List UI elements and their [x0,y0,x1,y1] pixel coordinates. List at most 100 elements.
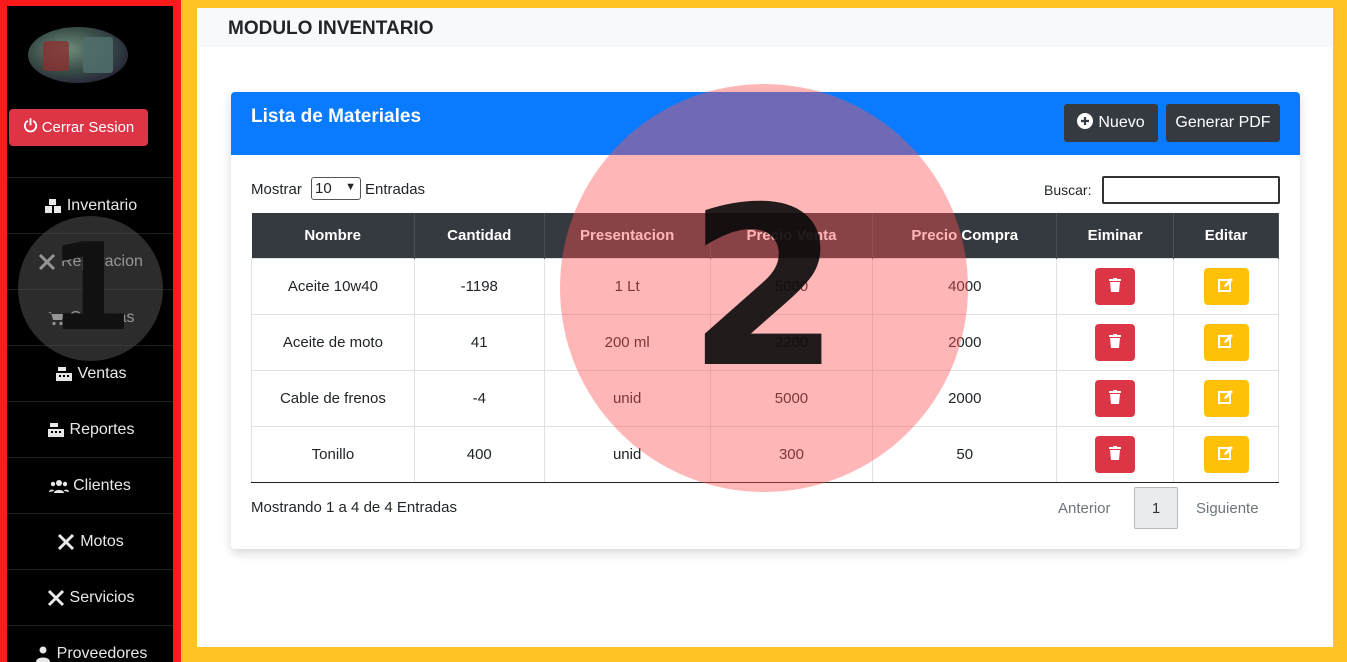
column-header: Editar [1173,213,1279,258]
cell-cantidad: 41 [413,313,545,371]
cell-editar [1173,425,1279,483]
sidebar-item-label: Servicios [69,588,135,606]
sidebar-item-reportes[interactable]: Reportes [7,401,173,457]
cash-register-icon [54,365,74,383]
cart-icon [46,309,66,327]
table-row: Aceite de moto 41 200 ml 2200 2000 [251,313,1279,371]
edit-button[interactable] [1203,267,1249,305]
sidebar-item-label: Reparacion [61,252,143,270]
column-header[interactable]: Cantidad [414,213,545,258]
user-icon [33,645,53,662]
sidebar-item-inventario[interactable]: Inventario [7,177,173,233]
trash-icon [1109,445,1122,463]
entries-select-value: 10 [315,180,332,197]
trash-icon [1109,389,1122,407]
pagination-prev[interactable]: Anterior [1058,487,1111,529]
cell-cantidad: 400 [413,425,545,483]
sidebar-item-ventas[interactable]: Ventas [7,345,173,401]
column-header: Eiminar [1056,213,1175,258]
new-label: Nuevo [1098,114,1145,131]
edit-icon [1218,277,1234,295]
logout-label: Cerrar Sesion [41,119,135,136]
cell-cantidad: -1198 [413,257,545,315]
sidebar-item-servicios[interactable]: Servicios [7,569,173,625]
sidebar-item-label: Proveedores [56,644,148,662]
column-header[interactable]: Precio Venta [710,213,874,258]
sidebar-item-label: Motos [80,532,124,550]
generate-pdf-button[interactable]: Generar PDF [1166,104,1280,142]
pagination-next[interactable]: Siguiente [1196,487,1259,529]
chevron-down-icon: ▼ [345,181,356,193]
entries-label: Entradas [365,181,426,198]
edit-button[interactable] [1203,323,1249,361]
trash-icon [1109,333,1122,351]
cell-nombre: Aceite 10w40 [251,257,415,315]
cell-precio-venta: 300 [709,425,874,483]
cell-eliminar [1056,369,1175,427]
sidebar-item-reparacion[interactable]: Reparacion [7,233,173,289]
tools-icon [37,253,57,271]
table-row: Tonillo 400 unid 300 50 [251,425,1279,483]
logout-button[interactable]: Cerrar Sesion [9,109,148,146]
new-button[interactable]: Nuevo [1064,104,1158,142]
sidebar-item-label: Ventas [77,364,127,382]
users-icon [49,477,70,495]
cell-precio-compra: 2000 [872,313,1058,371]
power-icon [23,118,38,137]
cell-editar [1173,257,1279,315]
sidebar-item-compras[interactable]: Compras [7,289,173,345]
trash-icon [1109,277,1122,295]
plus-circle-icon [1077,112,1094,134]
sidebar-item-proveedores[interactable]: Proveedores [7,625,173,662]
cell-nombre: Cable de frenos [251,369,415,427]
delete-button[interactable] [1095,435,1136,473]
show-label: Mostrar [251,181,302,198]
sidebar-menu: Inventario Reparacion Compras Ventas Rep… [7,177,173,662]
sidebar: Cerrar Sesion Inventario Reparacion Comp… [7,6,173,662]
table-row: Cable de frenos -4 unid 5000 2000 [251,369,1279,427]
cell-eliminar [1056,425,1175,483]
delete-button[interactable] [1095,267,1136,305]
boxes-icon [43,197,63,215]
sidebar-item-label: Compras [69,308,135,326]
cell-precio-compra: 50 [872,425,1058,483]
edit-icon [1218,445,1234,463]
cell-presentacion: unid [543,369,711,427]
avatar [28,27,128,83]
column-header[interactable]: Nombre [251,213,415,258]
edit-button[interactable] [1203,379,1249,417]
cell-precio-venta: 5000 [709,369,874,427]
tools-icon [46,589,66,607]
column-header[interactable]: Presentacion [544,213,711,258]
materials-table: Nombre Cantidad Presentacion Precio Vent… [251,213,1279,483]
cell-presentacion: unid [543,425,711,483]
cell-precio-compra: 2000 [872,369,1058,427]
cell-eliminar [1056,313,1175,371]
cell-nombre: Aceite de moto [251,313,415,371]
sidebar-item-label: Inventario [66,196,138,214]
cell-eliminar [1056,257,1175,315]
edit-button[interactable] [1203,435,1249,473]
cell-nombre: Tonillo [251,425,415,483]
search-input[interactable] [1102,176,1280,204]
card-header: Lista de Materiales Nuevo Generar PDF [231,92,1300,155]
main-content: MODULO INVENTARIO Lista de Materiales Nu… [197,8,1333,647]
pagination-page-1[interactable]: 1 [1134,487,1178,529]
edit-icon [1218,333,1234,351]
page-title: MODULO INVENTARIO [197,8,1333,47]
cell-precio-venta: 5000 [709,257,874,315]
delete-button[interactable] [1095,379,1136,417]
delete-button[interactable] [1095,323,1136,361]
card-title: Lista de Materiales [251,106,422,127]
sidebar-item-motos[interactable]: Motos [7,513,173,569]
cell-presentacion: 1 Lt [543,257,711,315]
tools-icon [56,533,76,551]
cell-cantidad: -4 [413,369,545,427]
sidebar-item-clientes[interactable]: Clientes [7,457,173,513]
column-header[interactable]: Precio Compra [872,213,1058,258]
cash-register-icon [46,421,66,439]
search-label: Buscar: [1044,182,1092,198]
entries-select[interactable]: 10 ▼ [311,177,361,200]
cell-precio-compra: 4000 [872,257,1058,315]
pagination-info: Mostrando 1 a 4 de 4 Entradas [251,499,457,516]
